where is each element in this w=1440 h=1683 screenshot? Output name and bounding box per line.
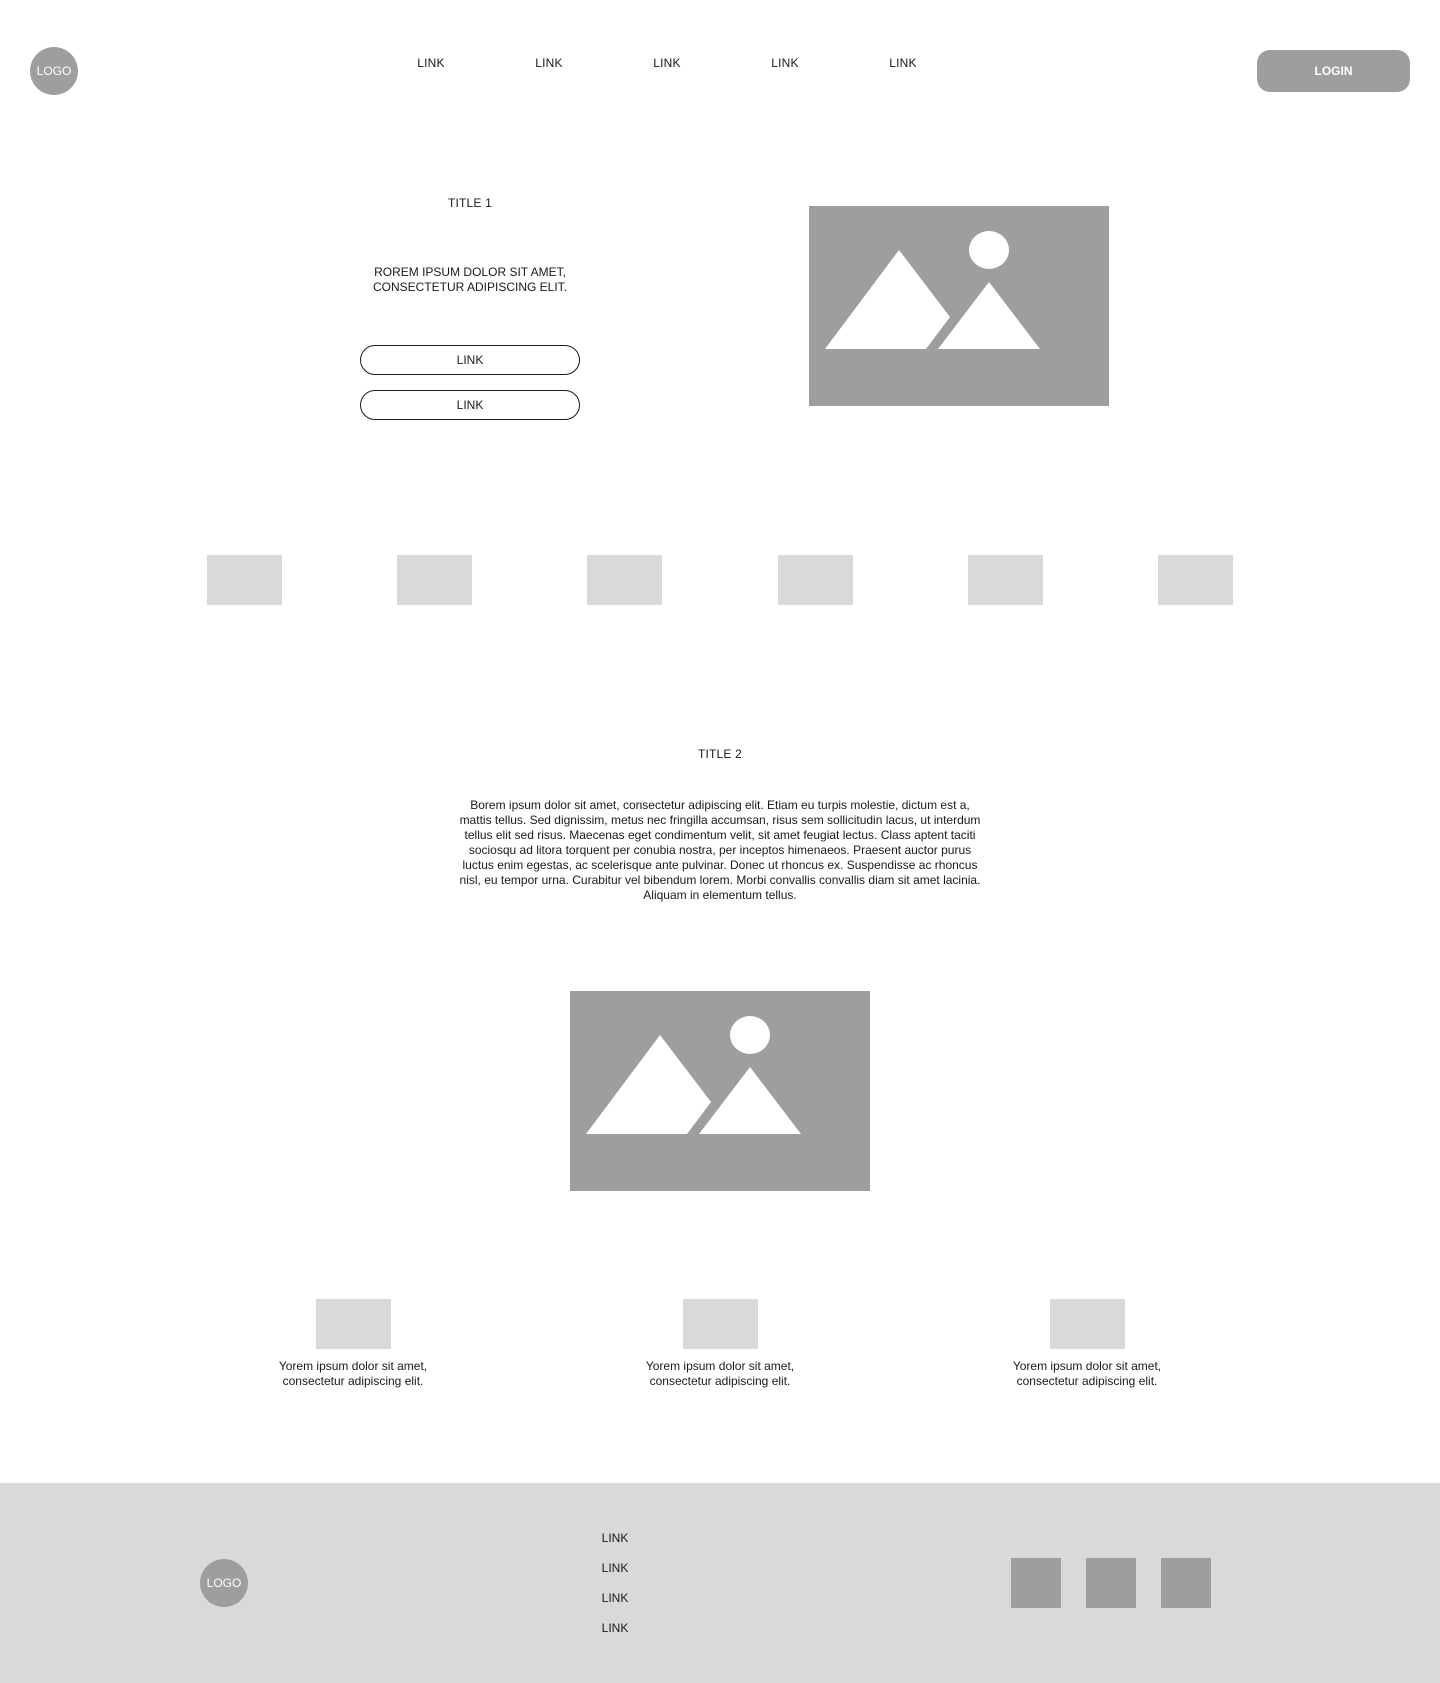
feature-card-1: Yorem ipsum dolor sit amet, consectetur … <box>278 1299 428 1389</box>
partner-logo-placeholder <box>778 555 853 605</box>
hero-image <box>809 206 1109 406</box>
partner-logo-placeholder <box>587 555 662 605</box>
section-title: TITLE 2 <box>697 747 743 761</box>
feature-text: Yorem ipsum dolor sit amet, consectetur … <box>1012 1359 1162 1388</box>
partner-logo-placeholder <box>968 555 1043 605</box>
social-icon-2[interactable] <box>1086 1558 1136 1608</box>
nav-link-1[interactable]: LINK <box>417 56 444 70</box>
section-body-text: Borem ipsum dolor sit amet, consectetur … <box>459 798 981 902</box>
footer: LOGO LINK LINK LINK LINK <box>0 1483 1440 1683</box>
feature-card-2: Yorem ipsum dolor sit amet, consectetur … <box>645 1299 795 1389</box>
hero-title: TITLE 1 <box>447 196 493 210</box>
page: LOGO LINK LINK LINK LINK LINK LOGIN TITL… <box>0 0 1440 1683</box>
hero-link-button-1[interactable]: LINK <box>360 345 580 375</box>
feature-card-3: Yorem ipsum dolor sit amet, consectetur … <box>1012 1299 1162 1389</box>
social-icon-3[interactable] <box>1161 1558 1211 1608</box>
footer-link-3[interactable]: LINK <box>560 1591 670 1621</box>
footer-link-2[interactable]: LINK <box>560 1561 670 1591</box>
feature-image-placeholder <box>682 1299 758 1349</box>
header-logo[interactable]: LOGO <box>30 47 78 95</box>
login-button[interactable]: LOGIN <box>1257 50 1410 92</box>
partner-logo-placeholder <box>1158 555 1233 605</box>
footer-link-4[interactable]: LINK <box>560 1621 670 1651</box>
section-image <box>570 991 870 1191</box>
nav-link-3[interactable]: LINK <box>653 56 680 70</box>
partner-logo-placeholder <box>397 555 472 605</box>
image-placeholder-icon <box>586 1016 801 1134</box>
footer-logo[interactable]: LOGO <box>200 1559 248 1607</box>
image-placeholder-icon <box>825 231 1040 349</box>
feature-text: Yorem ipsum dolor sit amet, consectetur … <box>278 1359 428 1388</box>
nav-link-2[interactable]: LINK <box>535 56 562 70</box>
nav-link-4[interactable]: LINK <box>771 56 798 70</box>
feature-image-placeholder <box>315 1299 391 1349</box>
social-icon-1[interactable] <box>1011 1558 1061 1608</box>
footer-link-1[interactable]: LINK <box>560 1531 670 1561</box>
feature-text: Yorem ipsum dolor sit amet, consectetur … <box>645 1359 795 1388</box>
partner-logo-placeholder <box>207 555 282 605</box>
footer-links: LINK LINK LINK LINK <box>560 1531 670 1651</box>
nav-link-5[interactable]: LINK <box>889 56 916 70</box>
hero-text: ROREM IPSUM DOLOR SIT AMET, CONSECTETUR … <box>372 265 568 294</box>
hero-link-button-2[interactable]: LINK <box>360 390 580 420</box>
feature-image-placeholder <box>1049 1299 1125 1349</box>
